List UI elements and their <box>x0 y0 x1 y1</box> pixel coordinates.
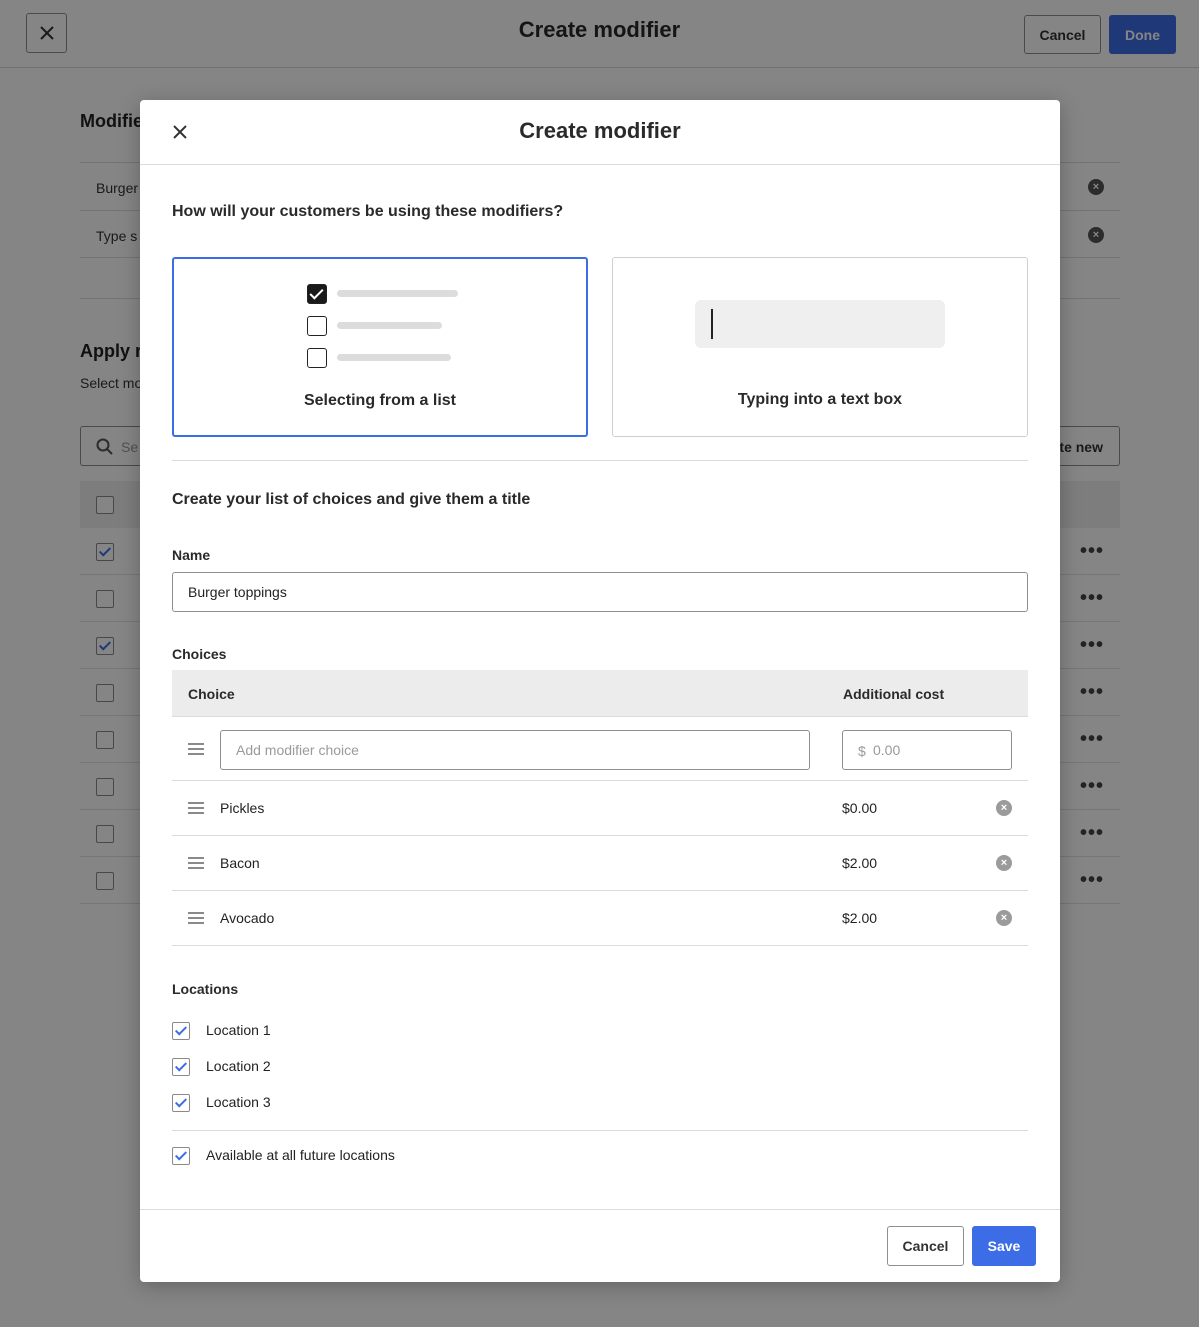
future-locations-checkbox[interactable] <box>172 1147 190 1165</box>
add-choice-row: $ <box>172 717 1028 781</box>
choice-row: Avocado $2.00 × <box>172 891 1028 946</box>
dialog-header: Create modifier <box>140 100 1060 165</box>
choice-name: Bacon <box>220 855 260 871</box>
location-checkbox[interactable] <box>172 1022 190 1040</box>
location-checkbox[interactable] <box>172 1058 190 1076</box>
remove-circle-icon[interactable]: × <box>996 800 1012 816</box>
option-select-from-list[interactable]: Selecting from a list <box>172 257 588 437</box>
choice-cost: $2.00 <box>842 910 878 926</box>
choice-row: Bacon $2.00 × <box>172 836 1028 891</box>
dialog-title: Create modifier <box>519 118 681 143</box>
name-label: Name <box>172 547 211 563</box>
create-modifier-dialog: Create modifier How will your customers … <box>140 100 1060 1282</box>
remove-circle-icon[interactable]: × <box>996 855 1012 871</box>
cost-field[interactable] <box>873 732 1003 768</box>
drag-handle-icon[interactable] <box>188 912 204 924</box>
divider <box>172 460 1028 461</box>
choices-table-header: Choice Additional cost <box>172 670 1028 717</box>
line-illustration <box>337 354 451 361</box>
option-label: Selecting from a list <box>303 392 457 409</box>
usage-question: How will your customers be using these m… <box>172 203 564 220</box>
location-label: Location 3 <box>206 1094 271 1110</box>
choices-label: Choices <box>172 646 227 662</box>
option-label: Typing into a text box <box>737 391 903 408</box>
currency-symbol: $ <box>858 743 866 759</box>
locations-label: Locations <box>172 981 239 997</box>
future-locations-label: Available at all future locations <box>206 1147 395 1163</box>
divider <box>172 1130 1028 1131</box>
save-button[interactable]: Save <box>972 1226 1036 1266</box>
checkbox-illustration-icon <box>307 348 327 368</box>
option-text-box[interactable]: Typing into a text box <box>612 257 1028 437</box>
dialog-footer: Cancel Save <box>140 1209 1060 1282</box>
choice-name: Pickles <box>220 800 265 816</box>
choice-name: Avocado <box>220 910 275 926</box>
choice-row: Pickles $0.00 × <box>172 781 1028 836</box>
additional-cost-input[interactable]: $ <box>842 730 1012 770</box>
cost-column-header: Additional cost <box>843 686 945 702</box>
remove-circle-icon[interactable]: × <box>996 910 1012 926</box>
choice-cost: $0.00 <box>842 800 878 816</box>
name-field[interactable] <box>172 572 1028 612</box>
choice-column-header: Choice <box>188 686 235 702</box>
section-title: Create your list of choices and give the… <box>172 491 531 508</box>
checkbox-illustration-icon <box>307 316 327 336</box>
text-box-illustration-icon <box>695 300 945 348</box>
cancel-button[interactable]: Cancel <box>887 1226 964 1266</box>
location-checkbox[interactable] <box>172 1094 190 1112</box>
location-label: Location 2 <box>206 1058 271 1074</box>
drag-handle-icon[interactable] <box>188 743 204 755</box>
location-label: Location 1 <box>206 1022 271 1038</box>
checkbox-illustration-icon <box>307 284 327 304</box>
add-modifier-choice-input[interactable] <box>220 730 810 770</box>
line-illustration <box>337 322 442 329</box>
line-illustration <box>337 290 458 297</box>
choice-cost: $2.00 <box>842 855 878 871</box>
drag-handle-icon[interactable] <box>188 857 204 869</box>
drag-handle-icon[interactable] <box>188 802 204 814</box>
